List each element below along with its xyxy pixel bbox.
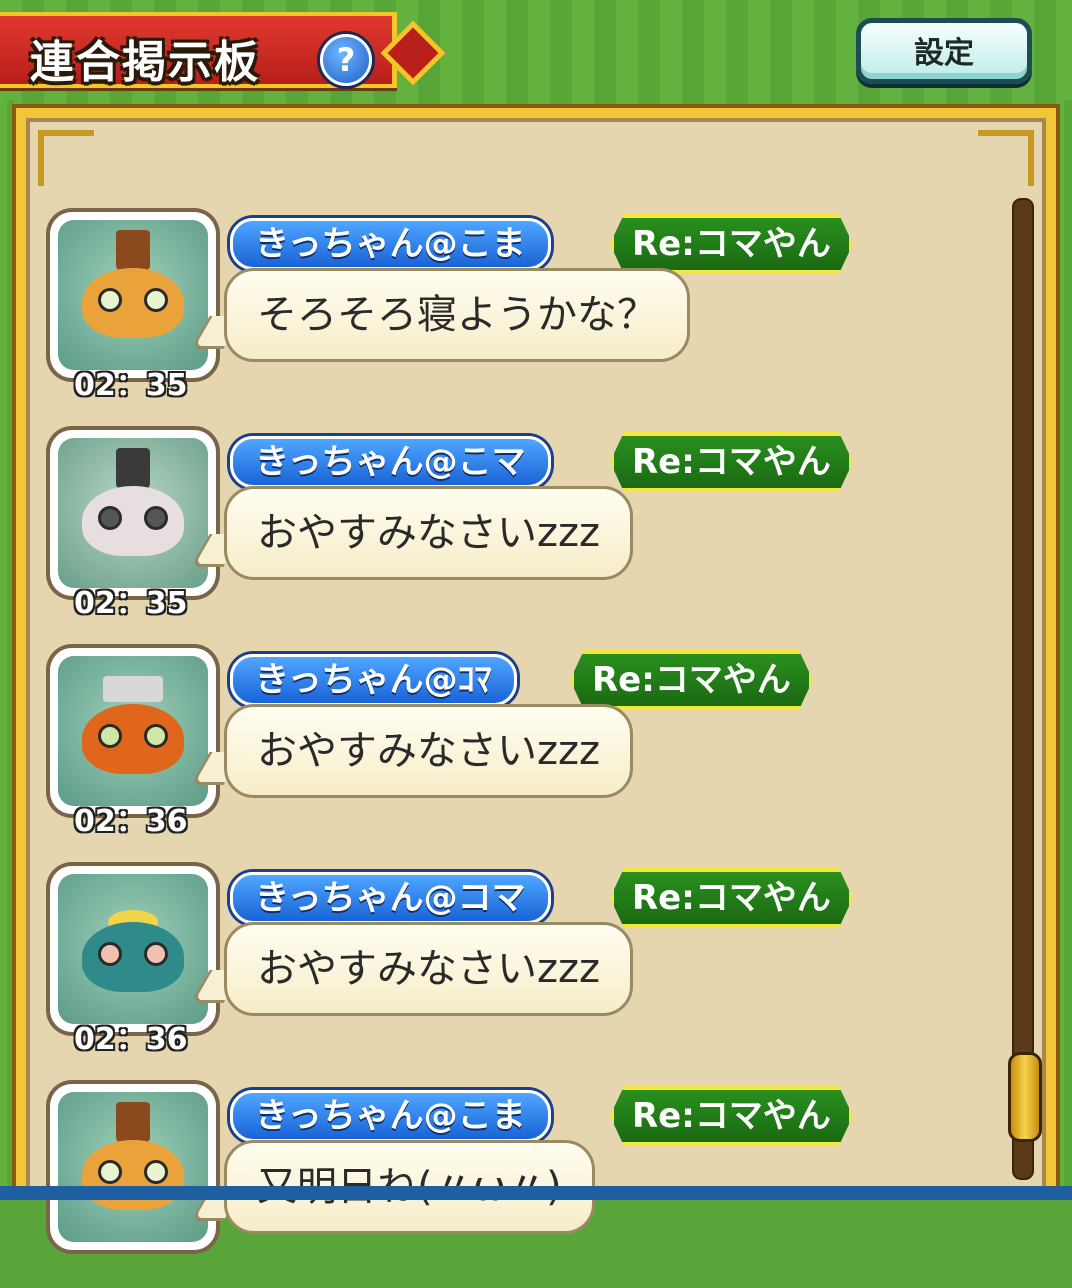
avatar[interactable] [50, 212, 216, 378]
reply-tag[interactable]: Re:コマやん [610, 432, 853, 492]
title-banner: 連合掲示板 ? [0, 12, 397, 88]
sender-name[interactable]: きっちゃん@こマ [230, 436, 551, 488]
reply-tag[interactable]: Re:コマやん [610, 868, 853, 928]
message-time: 02：35 [74, 368, 188, 403]
bottom-bar [0, 1186, 1072, 1200]
message-item[interactable]: 02：35 きっちゃん@こま Re:コマやん そろそろ寝ようかな？ [50, 206, 950, 416]
scrollbar-track[interactable] [1012, 198, 1034, 1180]
scrollbar-thumb[interactable] [1008, 1052, 1042, 1142]
message-item[interactable]: きっちゃん@こま Re:コマやん 又明日ね(〃ω〃) [50, 1078, 950, 1288]
message-time: 02：36 [74, 1022, 188, 1057]
sender-name[interactable]: きっちゃん@こま [230, 218, 551, 270]
message-time: 02：35 [74, 586, 188, 621]
reply-tag[interactable]: Re:コマやん [610, 214, 853, 274]
avatar[interactable] [50, 430, 216, 596]
message-item[interactable]: 02：35 きっちゃん@こマ Re:コマやん おやすみなさいzzz [50, 424, 950, 634]
sender-name[interactable]: きっちゃん@こま [230, 1090, 551, 1142]
avatar[interactable] [50, 648, 216, 814]
message-item[interactable]: 02：36 きっちゃん@ｺﾏ Re:コマやん おやすみなさいzzz [50, 642, 950, 852]
message-item[interactable]: 02：36 きっちゃん@コマ Re:コマやん おやすみなさいzzz [50, 860, 950, 1070]
reply-tag[interactable]: Re:コマやん [610, 1086, 853, 1146]
settings-button[interactable]: 設定 [856, 18, 1032, 84]
corner-ornament-icon [38, 130, 94, 186]
message-bubble: そろそろ寝ようかな？ [224, 268, 690, 362]
avatar[interactable] [50, 866, 216, 1032]
sender-name[interactable]: きっちゃん@コマ [230, 872, 551, 924]
corner-ornament-icon [978, 130, 1034, 186]
message-bubble: おやすみなさいzzz [224, 922, 633, 1016]
help-icon[interactable]: ? [320, 34, 372, 86]
message-time: 02：36 [74, 804, 188, 839]
avatar[interactable] [50, 1084, 216, 1250]
sender-name[interactable]: きっちゃん@ｺﾏ [230, 654, 517, 706]
page-title: 連合掲示板 [30, 37, 260, 88]
message-bubble: おやすみなさいzzz [224, 486, 633, 580]
message-bubble: おやすみなさいzzz [224, 704, 633, 798]
reply-tag[interactable]: Re:コマやん [570, 650, 813, 710]
